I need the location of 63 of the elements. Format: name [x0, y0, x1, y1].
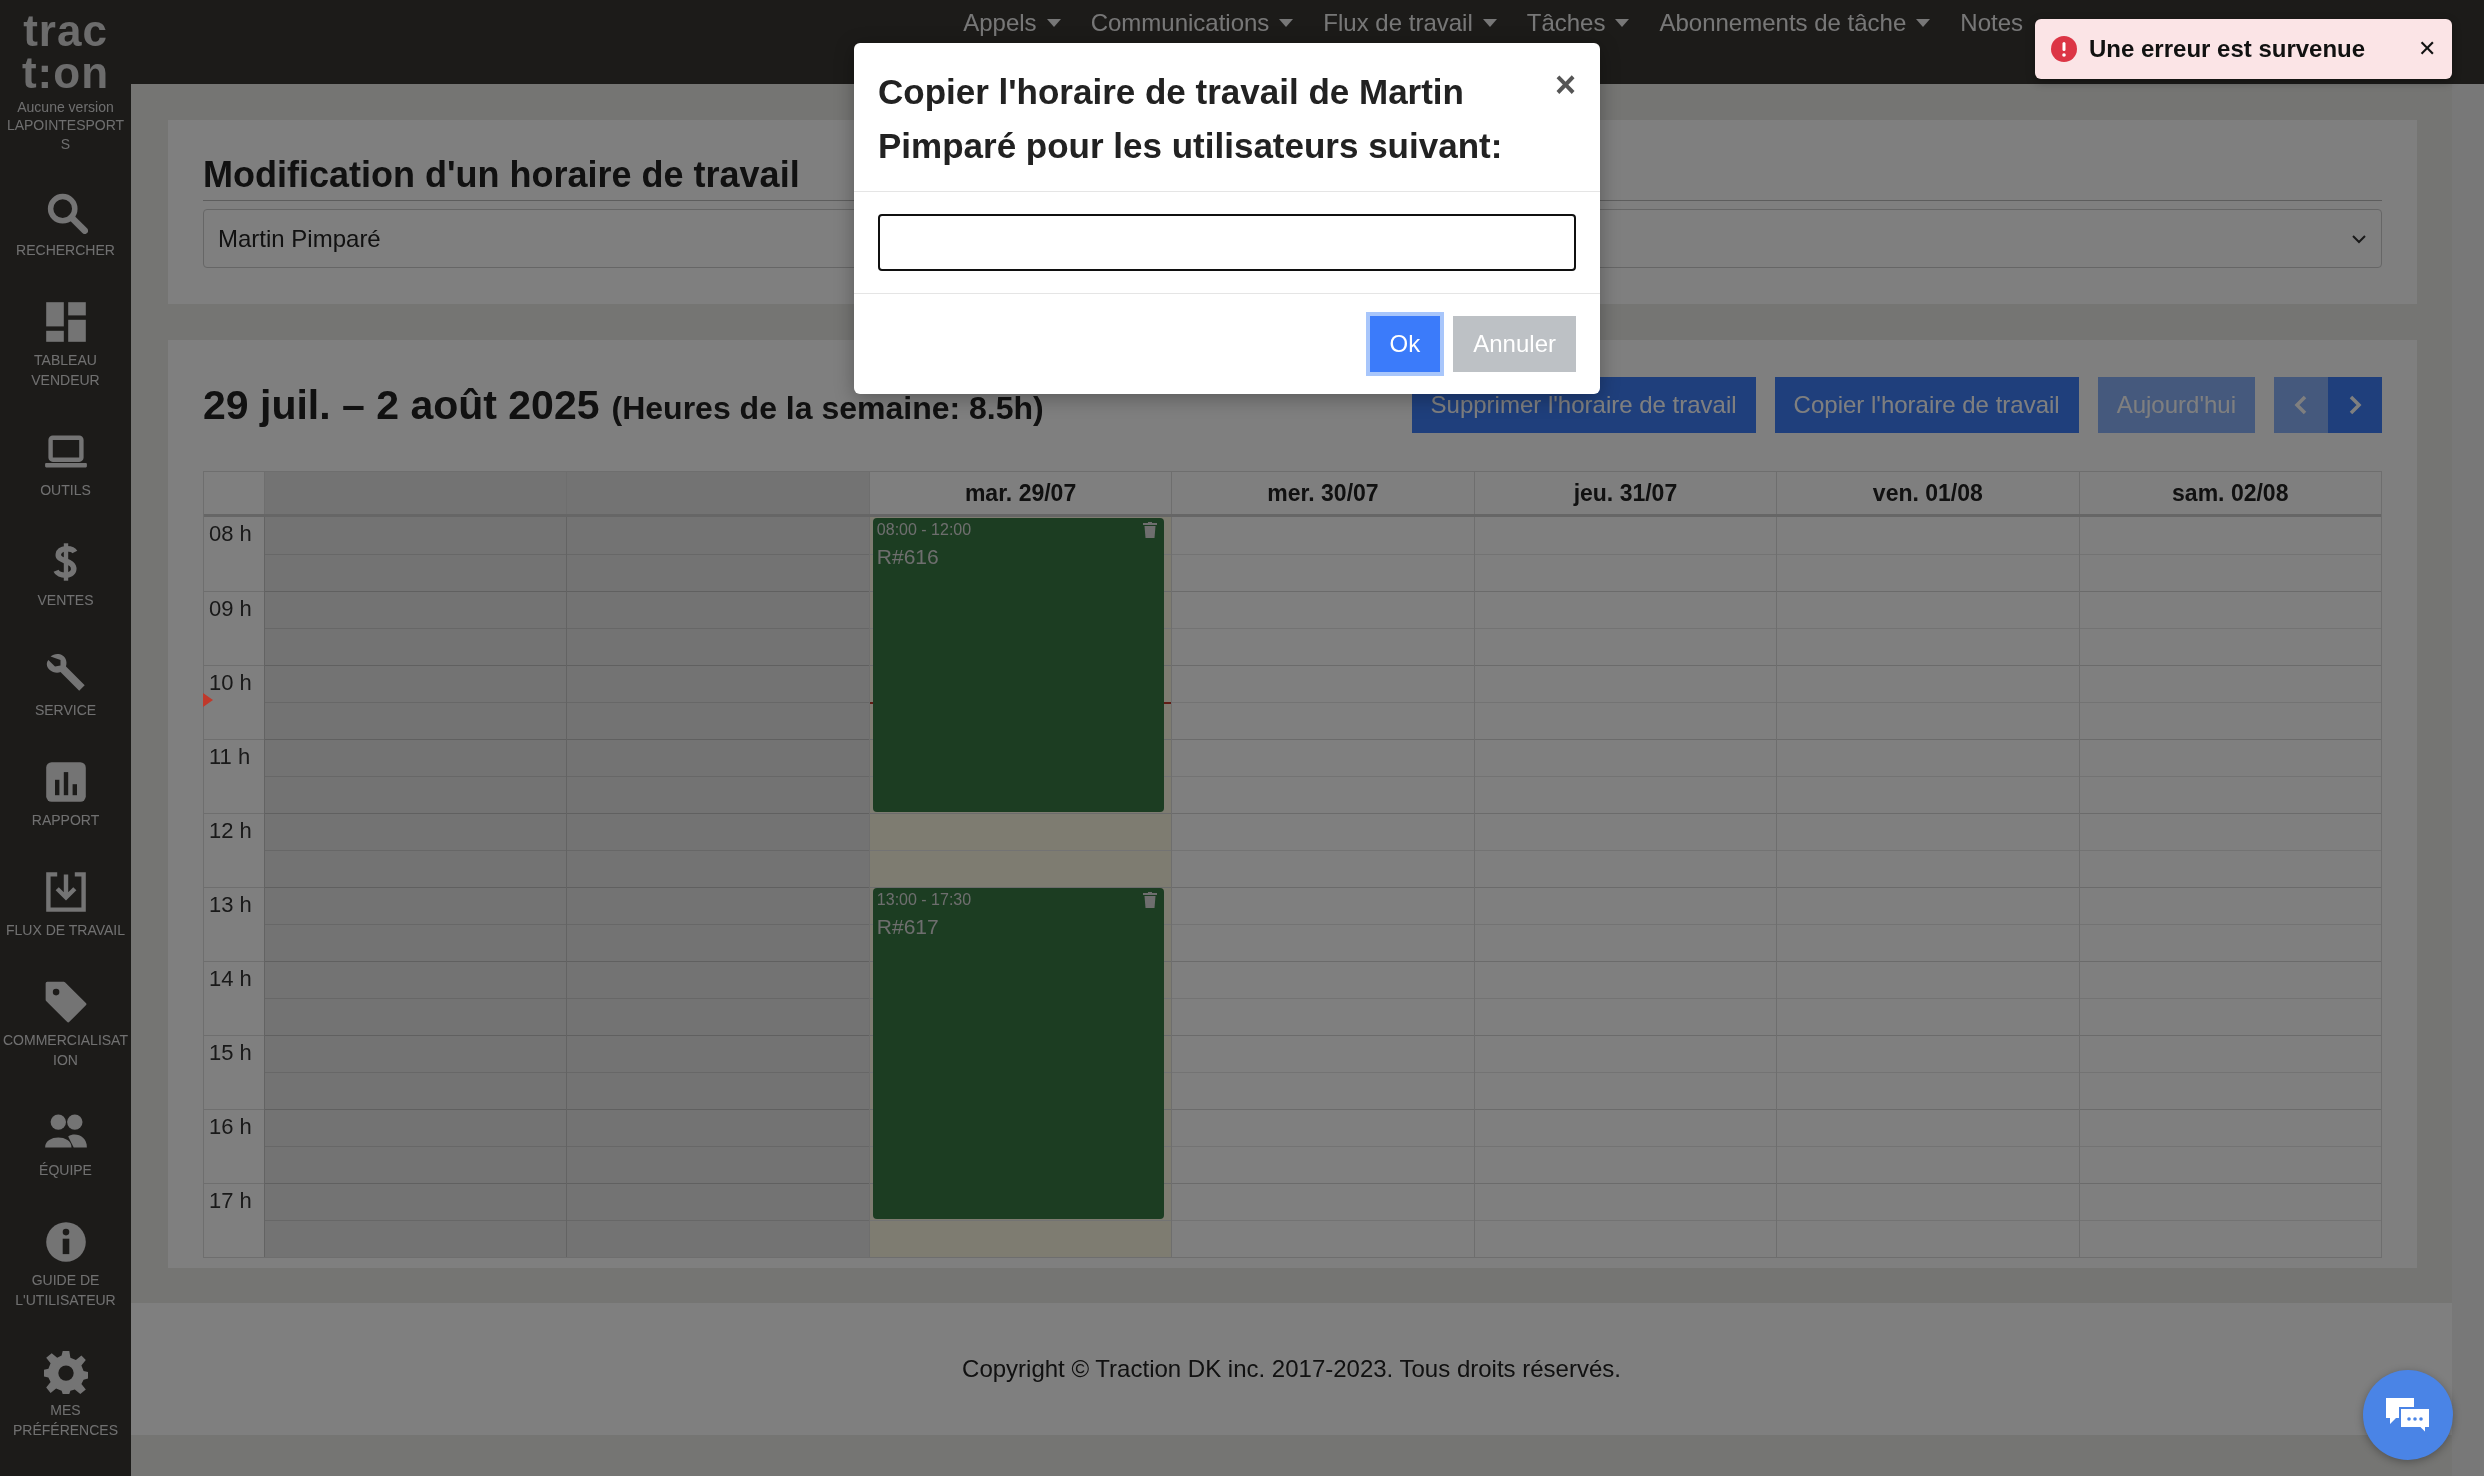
hour-label: 12 h [209, 818, 252, 843]
trash-icon[interactable] [1143, 522, 1158, 538]
sidebar-item[interactable]: MES PRÉFÉRENCES [1, 1400, 130, 1441]
copyright-text: Copyright © Traction DK inc. 2017-2023. Tous droits réservés. [962, 1355, 1621, 1383]
nav-item[interactable]: Abonnements de tâche [1659, 9, 1907, 37]
sidebar-item[interactable]: FLUX DE TRAVAIL [1, 920, 130, 941]
day-header: jeu. 31/07 [1473, 472, 1777, 514]
users-input[interactable] [878, 214, 1576, 271]
bar-chart-icon[interactable] [43, 760, 88, 805]
current-time-marker [203, 693, 213, 707]
week-hours: (Heures de la semaine: 8.5h) [611, 389, 1044, 427]
sidebar-item[interactable]: OUTILS [1, 480, 130, 501]
day-header: sam. 02/08 [2078, 472, 2381, 514]
error-icon [2051, 36, 2077, 62]
trash-icon[interactable] [1143, 892, 1158, 908]
day-header: mar. 29/07 [868, 472, 1172, 514]
hour-label: 13 h [209, 892, 252, 917]
next-button[interactable] [2328, 377, 2382, 433]
schedule-event[interactable]: 08:00 - 12:00 R#616 [872, 518, 1165, 812]
sidebar-item[interactable]: GUIDE DE L'UTILISATEUR [1, 1270, 130, 1311]
version-note: Aucune version LAPOINTESPORTS [5, 97, 126, 155]
sidebar-item[interactable]: COMMERCIALISATION [1, 1030, 130, 1071]
nav-item[interactable]: Flux de travail [1323, 9, 1473, 37]
event-time: 13:00 - 17:30 [876, 891, 973, 909]
sidebar-item[interactable]: ÉQUIPE [1, 1160, 130, 1181]
schedule-event[interactable]: 13:00 - 17:30 R#617 [872, 888, 1165, 1219]
hour-label: 16 h [209, 1114, 252, 1139]
hour-label: 11 h [209, 744, 251, 769]
event-time: 08:00 - 12:00 [876, 521, 973, 539]
hour-label: 10 h [209, 670, 252, 695]
hour-label: 08 h [209, 521, 252, 546]
hour-label: 15 h [209, 1040, 252, 1065]
day-header: ven. 01/08 [1776, 472, 2079, 514]
sidebar-item[interactable]: TABLEAU VENDEUR [1, 350, 130, 391]
sidebar-item[interactable]: RECHERCHER [1, 240, 130, 261]
nav-item[interactable]: Tâches [1526, 9, 1606, 37]
chevron-icon [2351, 233, 2367, 244]
scrollbar[interactable] [2452, 84, 2484, 1476]
close-button[interactable]: ✕ [2418, 36, 2436, 62]
gear-icon[interactable] [43, 1350, 88, 1395]
calendar-button[interactable]: Copier l'horaire de travail [1774, 377, 2079, 433]
nav-item[interactable]: Notes [1960, 9, 2023, 37]
hour-label: 17 h [209, 1188, 252, 1213]
logo: trac t:on [21, 10, 110, 94]
hour-label: 14 h [209, 966, 252, 991]
toast-message: Une erreur est survenue [2089, 35, 2367, 63]
hour-label: 09 h [209, 596, 252, 621]
close-button[interactable]: × [1554, 67, 1576, 103]
day-header: mer. 30/07 [1171, 472, 1474, 514]
sidebar-item[interactable]: RAPPORT [1, 810, 130, 831]
sidebar-item[interactable]: VENTES [1, 590, 130, 611]
tag-icon[interactable] [43, 980, 88, 1025]
chevron-right-icon [2347, 394, 2363, 416]
dashboard-icon[interactable] [43, 300, 88, 345]
info-icon[interactable] [43, 1220, 88, 1265]
week-title: 29 juil. – 2 août 2025 [203, 381, 600, 429]
download-tray-icon[interactable] [43, 870, 88, 915]
nav-item[interactable]: Communications [1090, 9, 1270, 37]
cancel-button[interactable]: Annuler [1453, 316, 1576, 372]
event-title: R#616 [876, 545, 940, 569]
event-title: R#617 [876, 915, 940, 939]
sidebar-item[interactable]: SERVICE [1, 700, 130, 721]
nav-item[interactable]: Appels [963, 9, 1037, 37]
